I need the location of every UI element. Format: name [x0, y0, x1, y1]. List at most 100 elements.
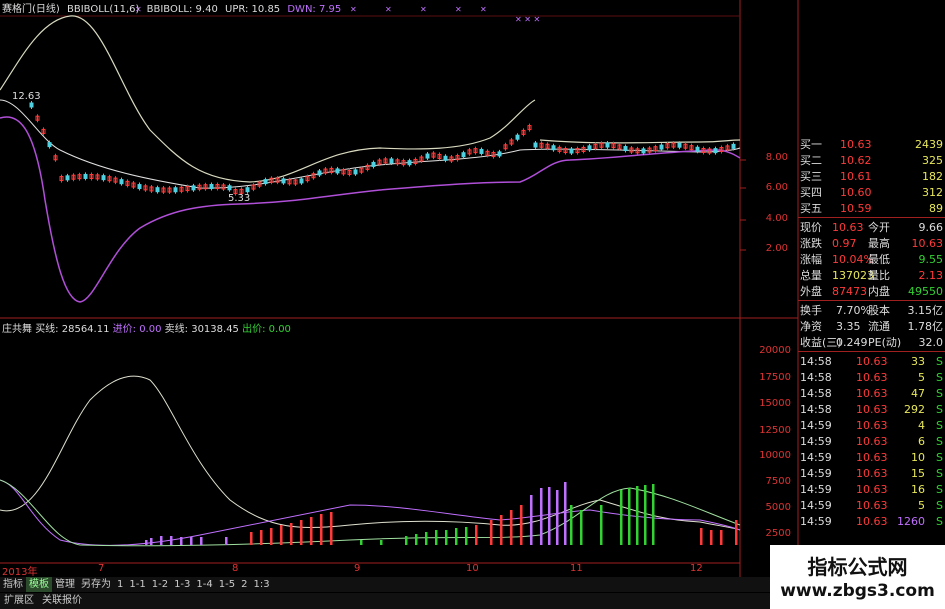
- tick-side: S: [936, 403, 943, 416]
- bid-row: 买五 10.59 89: [798, 200, 945, 217]
- sub-chart-bar: [290, 523, 293, 545]
- tick-time: 14:59: [800, 467, 832, 480]
- stat-value2: 9.55: [918, 253, 944, 266]
- sub-chart-bar: [380, 540, 383, 545]
- panel-divider: [798, 300, 945, 301]
- sub-y-tick: 2500: [765, 528, 791, 539]
- candle-body: [281, 178, 286, 184]
- logo-url: www.zbgs3.com: [780, 581, 935, 601]
- stat-label: 净资: [800, 320, 822, 333]
- tick-price: 10.63: [856, 435, 888, 448]
- candle-body: [587, 145, 592, 151]
- sub-chart-bar: [250, 532, 253, 545]
- tab-manage[interactable]: 管理: [52, 577, 78, 592]
- bid-price: 10.61: [840, 170, 872, 183]
- sub-chart-bar: [145, 540, 148, 545]
- tick-price: 10.63: [856, 467, 888, 480]
- entry-price: 进价: 0.00: [112, 324, 162, 335]
- sub-chart-bar: [225, 537, 228, 545]
- bid-volume: 182: [922, 170, 943, 183]
- candle-body: [497, 151, 502, 157]
- candle-body: [695, 146, 700, 152]
- sub-y-tick: 12500: [759, 425, 791, 436]
- tick-volume: 1260: [897, 515, 925, 528]
- candle-body: [443, 155, 448, 161]
- candle-body: [713, 148, 718, 154]
- tick-side: S: [936, 467, 943, 480]
- watermark-logo: 指标公式网 www.zbgs3.com: [770, 545, 945, 609]
- candle-body: [551, 145, 556, 151]
- sell-line: 卖线: 30138.45: [164, 324, 239, 335]
- tab-layout-1-1[interactable]: 1-1: [126, 577, 148, 592]
- stat-row: 涨跌 0.97 最高 10.63: [798, 235, 945, 252]
- y-tick: 8.00: [765, 152, 788, 163]
- sub-chart-bar: [455, 528, 458, 545]
- stat-row: 总量 137023 量比 2.13: [798, 267, 945, 284]
- stat-label2: 最低: [868, 253, 890, 266]
- bid-volume: 2439: [915, 138, 943, 151]
- bid-price: 10.59: [840, 202, 872, 215]
- candle-body: [335, 168, 340, 174]
- stat-label: 现价: [800, 221, 822, 234]
- bid-label: 买三: [800, 170, 822, 183]
- tick-side: S: [936, 355, 943, 368]
- tick-time: 14:59: [800, 419, 832, 432]
- candle-body: [515, 134, 520, 140]
- tab-layout-2[interactable]: 2: [238, 577, 250, 592]
- indicator-tab-bar: 指标 模板 管理 另存为 1 1-1 1-2 1-3 1-4 1-5 2 1:3: [0, 577, 770, 592]
- tab-indicator[interactable]: 指标: [0, 577, 26, 592]
- stat-value2: 10.63: [911, 237, 944, 250]
- candle-body: [83, 173, 88, 179]
- candle-body: [569, 148, 574, 154]
- stat-value2: 32.0: [918, 336, 944, 349]
- related-quote-tab[interactable]: 关联报价: [38, 593, 86, 609]
- candle-body: [731, 143, 736, 149]
- sub-chart-bar: [548, 487, 551, 545]
- extension-bar: 扩展区 关联报价: [0, 593, 770, 609]
- bid-label: 买四: [800, 186, 822, 199]
- tab-layout-1-2[interactable]: 1-2: [149, 577, 171, 592]
- sub-chart-bar: [280, 525, 283, 545]
- bid-volume: 89: [929, 202, 943, 215]
- tab-layout-1-4[interactable]: 1-4: [193, 577, 215, 592]
- tab-template[interactable]: 模板: [26, 577, 52, 592]
- low-price-mark: 5.33: [228, 193, 251, 204]
- sub-chart-bar: [300, 520, 303, 545]
- svg-text:✕: ✕: [480, 5, 487, 14]
- tick-time: 14:59: [800, 515, 832, 528]
- tab-save-as[interactable]: 另存为: [78, 577, 114, 592]
- x-axis-label: 12: [690, 563, 703, 574]
- tick-volume: 33: [911, 355, 925, 368]
- stat-row: 涨幅 10.04% 最低 9.55: [798, 251, 945, 268]
- candle-body: [29, 102, 34, 108]
- tick-side: S: [936, 515, 943, 528]
- tick-row: 14:59 10.63 4 S: [798, 417, 945, 434]
- stat-label: 涨幅: [800, 253, 822, 266]
- tab-layout-1-3b[interactable]: 1:3: [250, 577, 272, 592]
- x-axis-label: 9: [354, 563, 361, 574]
- sub-chart-bar: [510, 510, 513, 545]
- x-axis-label: 7: [98, 563, 105, 574]
- tab-layout-1-5[interactable]: 1-5: [216, 577, 238, 592]
- tick-volume: 5: [918, 499, 925, 512]
- sub-chart-bar: [320, 514, 323, 545]
- tick-side: S: [936, 387, 943, 400]
- tab-layout-1-3[interactable]: 1-3: [171, 577, 193, 592]
- tick-row: 14:59 10.63 1260 S: [798, 513, 945, 530]
- tick-price: 10.63: [856, 419, 888, 432]
- ext-area-tab[interactable]: 扩展区: [0, 593, 38, 609]
- candle-body: [191, 185, 196, 191]
- sub-chart-bar: [564, 482, 567, 545]
- svg-text:✕: ✕: [455, 5, 462, 14]
- tab-layout-1[interactable]: 1: [114, 577, 126, 592]
- candle-body: [407, 160, 412, 166]
- candle-body: [461, 152, 466, 158]
- candle-body: [605, 142, 610, 148]
- sub-chart-bar: [700, 528, 703, 545]
- indicator-name: BBIBOLL(11,6): [67, 4, 140, 15]
- candle-body: [677, 142, 682, 148]
- tick-row: 14:58 10.63 33 S: [798, 353, 945, 370]
- x-axis-label: 11: [570, 563, 583, 574]
- tick-volume: 10: [911, 451, 925, 464]
- stat-value2: 9.66: [918, 221, 944, 234]
